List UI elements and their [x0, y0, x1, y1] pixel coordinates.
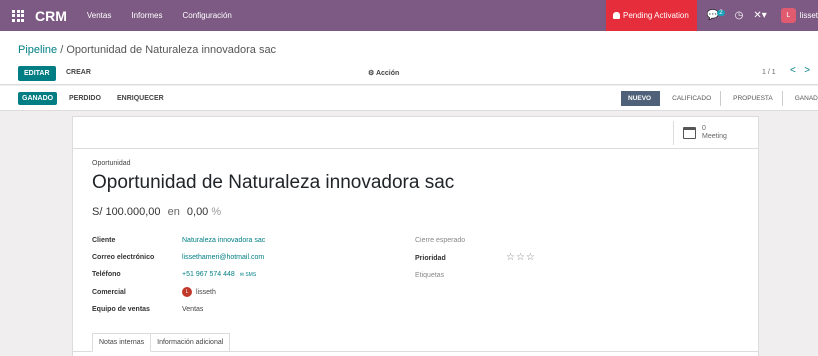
user-avatar[interactable]: L: [780, 8, 796, 23]
cliente-link[interactable]: Naturaleza innovadora sac: [182, 237, 265, 244]
pending-activation-button[interactable]: Pending Activation: [606, 0, 697, 31]
debug-tools-icon[interactable]: ✕▾: [753, 10, 766, 21]
salesperson-avatar: L: [182, 287, 192, 297]
email-link[interactable]: lissethameri@hotmail.com: [182, 254, 264, 261]
cliente-label: Cliente: [92, 237, 116, 244]
close-date-label: Cierre esperado: [415, 237, 466, 244]
chat-count-badge: 2: [717, 10, 725, 16]
phone-link[interactable]: +51 967 574 448: [182, 271, 235, 278]
pager-value[interactable]: 1 / 1: [762, 69, 776, 76]
revenue-amount: S/ 100.000,00: [92, 206, 161, 218]
menu-informes[interactable]: Informes: [131, 11, 162, 20]
stage-calificado[interactable]: CALIFICADO: [660, 91, 722, 106]
cliente-value: Naturaleza innovadora sac: [182, 237, 265, 244]
top-navbar: CRM Ventas Informes Configuración Pendin…: [0, 0, 818, 31]
breadcrumb-separator: /: [57, 44, 67, 56]
app-brand[interactable]: CRM: [35, 8, 67, 24]
pager-next-icon[interactable]: >: [804, 65, 810, 76]
breadcrumb-current: Oportunidad de Naturaleza innovadora sac: [66, 44, 277, 56]
opportunity-title: Oportunidad de Naturaleza innovadora sac: [92, 172, 455, 193]
calendar-icon: [683, 127, 696, 139]
percent-sign: %: [211, 206, 222, 218]
phone-value: +51 967 574 448 ✉ SMS: [182, 271, 256, 278]
email-value: lissethameri@hotmail.com: [182, 254, 264, 261]
sms-button[interactable]: ✉ SMS: [240, 272, 256, 278]
salesperson-value[interactable]: Llisseth: [182, 287, 216, 297]
control-panel: Pipeline / Oportunidad de Naturaleza inn…: [0, 31, 818, 85]
priority-label: Prioridad: [415, 255, 446, 262]
team-label: Equipo de ventas: [92, 306, 150, 313]
menu-configuracion[interactable]: Configuración: [182, 11, 231, 20]
meeting-label: Meeting: [702, 133, 727, 140]
tab-informacion-adicional[interactable]: Información adicional: [151, 333, 231, 352]
meeting-info: 0 Meeting: [702, 125, 727, 141]
form-sheet: 0 Meeting Oportunidad Oportunidad de Nat…: [72, 116, 759, 356]
mark-won-button[interactable]: GANADO: [18, 92, 58, 105]
menu-ventas[interactable]: Ventas: [87, 11, 111, 20]
enrich-button[interactable]: ENRIQUECER: [117, 95, 164, 102]
pager-prev-icon[interactable]: <: [790, 65, 796, 76]
status-bar: GANADO PERDIDO ENRIQUECER NUEVO CALIFICA…: [0, 86, 818, 111]
activity-clock-icon[interactable]: ◷: [735, 10, 744, 21]
stage-propuesta[interactable]: PROPUESTA: [721, 91, 783, 106]
breadcrumb: Pipeline / Oportunidad de Naturaleza inn…: [18, 44, 276, 56]
pager-arrows: < >: [790, 65, 810, 76]
navbar-systray: Pending Activation 💬 2 ◷ ✕▾ L lisset: [606, 0, 818, 31]
salesperson-name: lisseth: [196, 288, 216, 296]
meeting-count: 0: [702, 125, 706, 132]
stage-nuevo[interactable]: NUEVO: [621, 91, 661, 106]
priority-stars-icon[interactable]: ☆☆☆: [506, 252, 536, 263]
record-type-label: Oportunidad: [92, 160, 131, 167]
revenue-en-label: en: [167, 206, 180, 218]
team-value[interactable]: Ventas: [182, 306, 203, 313]
expected-revenue: S/ 100.000,00 en 0,00 %: [92, 206, 221, 218]
messaging-menu[interactable]: 💬 2: [707, 10, 725, 21]
bell-icon: [613, 12, 620, 19]
tab-notas-internas[interactable]: Notas internas: [92, 333, 152, 352]
tags-label: Etiquetas: [415, 272, 445, 279]
action-menu-button[interactable]: ⚙ Acción: [368, 69, 399, 77]
notebook-tabs: Notas internas Información adicional: [92, 333, 231, 352]
mark-lost-button[interactable]: PERDIDO: [69, 95, 101, 102]
pending-activation-label: Pending Activation: [623, 11, 689, 20]
edit-button[interactable]: EDITAR: [18, 66, 56, 81]
salesperson-label: Comercial: [92, 289, 126, 296]
stage-pipeline: NUEVO CALIFICADO PROPUESTA GANADO: [621, 91, 818, 106]
smart-button-box: 0 Meeting: [73, 117, 758, 149]
apps-menu-icon[interactable]: [12, 9, 26, 22]
sms-label: SMS: [245, 272, 257, 278]
probability-value: 0,00: [186, 206, 209, 218]
breadcrumb-pipeline[interactable]: Pipeline: [18, 44, 57, 56]
stage-ganado[interactable]: GANADO: [783, 91, 818, 106]
create-button[interactable]: CREAR: [66, 69, 91, 76]
meeting-smart-button[interactable]: 0 Meeting: [673, 121, 758, 145]
user-name[interactable]: lisset: [800, 11, 818, 20]
phone-label: Teléfono: [92, 271, 121, 278]
email-label: Correo electrónico: [92, 254, 155, 261]
